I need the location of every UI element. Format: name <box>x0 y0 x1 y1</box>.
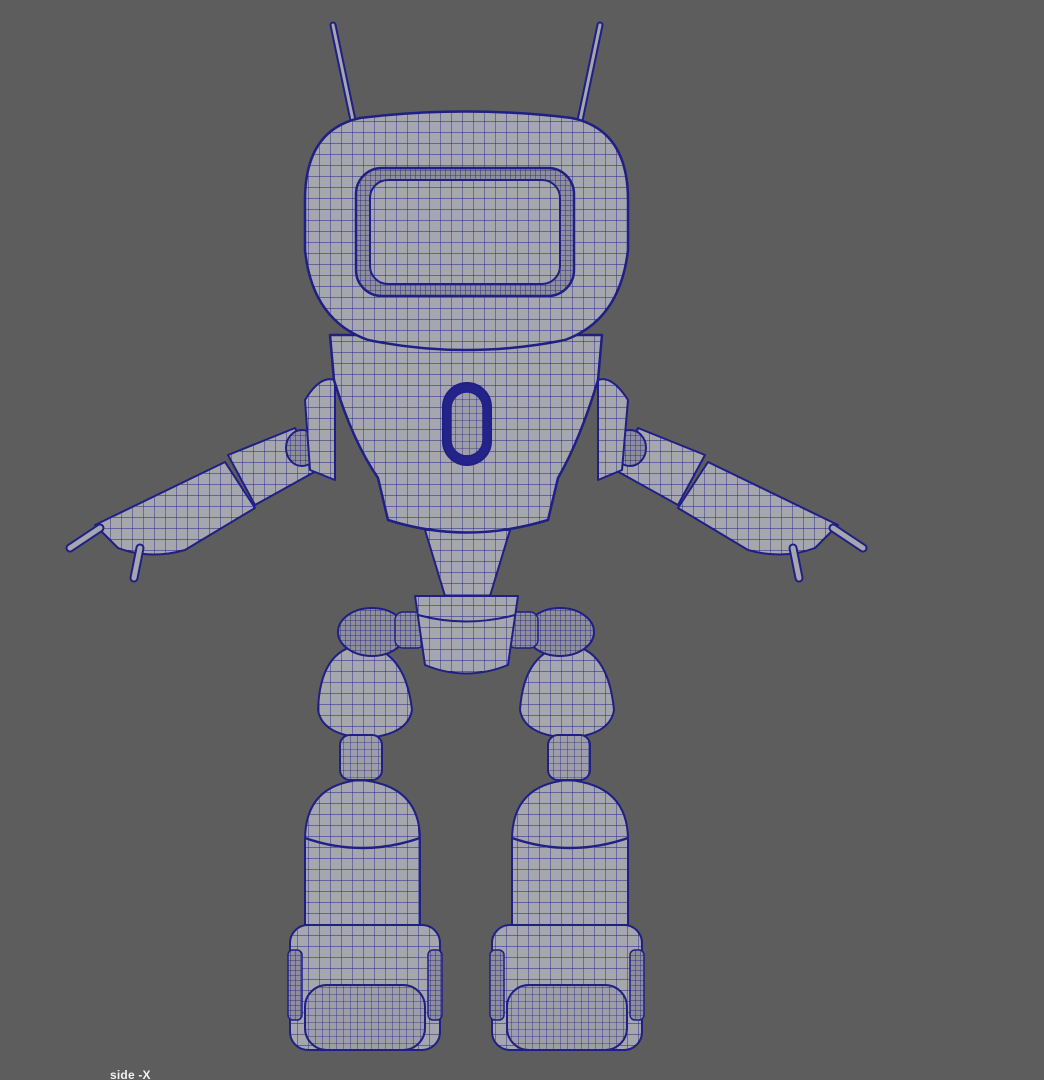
antenna-left[interactable] <box>329 21 359 134</box>
foot-right[interactable] <box>489 924 645 1051</box>
camera-view-label: side -X <box>110 1068 151 1080</box>
viewport-panel[interactable]: side -X <box>0 0 1044 1080</box>
leg-left[interactable] <box>304 644 421 946</box>
leg-right[interactable] <box>511 644 629 946</box>
arm-left[interactable] <box>65 427 319 583</box>
chest-button[interactable] <box>442 382 492 466</box>
wireframe-scene[interactable] <box>0 0 1044 1080</box>
arm-right[interactable] <box>613 427 868 583</box>
foot-left[interactable] <box>287 924 443 1051</box>
pelvis[interactable] <box>414 595 519 675</box>
screen[interactable] <box>354 166 576 298</box>
neck[interactable] <box>424 529 511 597</box>
antenna-right[interactable] <box>574 21 604 134</box>
